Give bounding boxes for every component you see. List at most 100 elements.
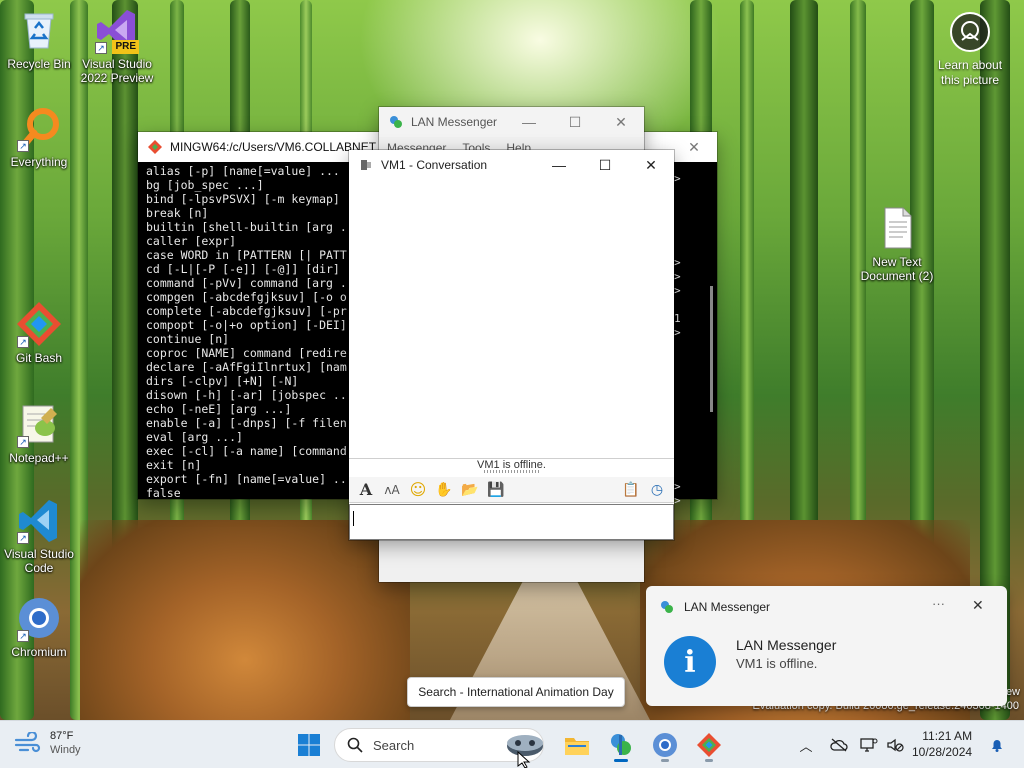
conversation-maximize-button[interactable]: ☐ (582, 150, 628, 180)
desktop-icon-git-bash[interactable]: ↗ Git Bash (1, 300, 77, 365)
running-indicator (661, 759, 669, 762)
terminal-line-fragment (674, 228, 681, 242)
lan-close-button[interactable]: ✕ (598, 107, 644, 137)
terminal-line-fragment: 1 (674, 312, 681, 325)
chevron-up-icon: ︿ (799, 738, 813, 754)
message-history[interactable] (349, 180, 674, 459)
lan-maximize-button[interactable]: ☐ (552, 107, 598, 137)
terminal-line-fragment (674, 424, 681, 438)
terminal-line-fragment (674, 452, 681, 466)
search-placeholder: Search (373, 737, 415, 753)
lan-minimize-button[interactable]: — (506, 107, 552, 137)
active-indicator (614, 759, 628, 762)
terminal-line-fragment (674, 340, 681, 354)
everything-magnifier-icon: ↗ (15, 104, 63, 152)
nudge-hand-icon[interactable]: ✋ (433, 479, 455, 501)
terminal-line-fragment (674, 214, 681, 228)
history-icon[interactable]: ◷ (646, 479, 668, 501)
conversation-minimize-button[interactable]: — (536, 150, 582, 180)
clipboard-icon[interactable]: 📋 (620, 479, 642, 501)
watermark-fragment: ew (1005, 686, 1020, 698)
taskbar-chromium[interactable] (647, 727, 683, 763)
terminal-line-fragment: > (674, 480, 681, 493)
desktop-icon-notepad-plus-plus[interactable]: ↗ Notepad++ (1, 400, 77, 465)
terminal-close-button[interactable]: ✕ (671, 132, 717, 162)
message-input[interactable] (349, 504, 674, 540)
vscode-icon: ↗ (15, 496, 63, 544)
conversation-window[interactable]: VM1 - Conversation — ☐ ✕ VM1 is offline.… (349, 150, 674, 540)
splitter-handle[interactable] (484, 470, 539, 473)
taskbar-search[interactable]: Search (334, 728, 544, 762)
tray-onedrive-offline[interactable] (828, 721, 850, 768)
desktop-icon-label: Notepad++ (9, 451, 69, 465)
lan-messenger-icon (661, 601, 673, 613)
terminal-line-fragment (674, 396, 681, 410)
font-icon[interactable]: A (355, 479, 377, 501)
terminal-line-fragment: > (674, 270, 681, 283)
taskbar-file-explorer[interactable] (559, 727, 595, 763)
visual-studio-preview-icon: PRE ↗ (93, 6, 141, 54)
desktop-icon-chromium[interactable]: ↗ Chromium (1, 594, 77, 659)
network-icon (860, 738, 878, 752)
desktop-icon-label: Recycle Bin (7, 57, 71, 71)
toast-app-name: LAN Messenger (684, 600, 771, 614)
font-color-icon[interactable]: ʌA (381, 479, 403, 501)
terminal-right-fragments: > > > > 1 > > > (674, 172, 681, 508)
send-file-icon[interactable]: 📂 (459, 479, 481, 501)
text-caret (353, 511, 354, 526)
taskbar-git-bash[interactable] (691, 727, 727, 763)
conversation-titlebar[interactable]: VM1 - Conversation — ☐ ✕ (349, 150, 674, 180)
weather-description: Windy (50, 744, 81, 756)
weather-widget[interactable]: 87°F Windy (14, 729, 81, 757)
tray-volume[interactable] (884, 721, 906, 768)
toast-title: LAN Messenger (736, 637, 837, 653)
show-hidden-icons-button[interactable]: ︿ (796, 721, 816, 768)
lan-messenger-titlebar[interactable]: LAN Messenger — ☐ ✕ (379, 107, 644, 137)
taskbar-clock[interactable]: 11:21 AM 10/28/2024 (912, 728, 972, 760)
desktop-icon-everything[interactable]: ↗ Everything (1, 104, 77, 169)
toast-close-button[interactable]: ✕ (972, 597, 984, 614)
smiley-icon[interactable]: ☺ (407, 479, 429, 501)
taskbar-lan-messenger[interactable] (603, 727, 639, 763)
start-button[interactable] (291, 727, 327, 763)
shortcut-arrow-icon: ↗ (95, 42, 107, 54)
desktop-icon-visual-studio-preview[interactable]: PRE ↗ Visual Studio 2022 Preview (79, 6, 155, 85)
shortcut-arrow-icon: ↗ (17, 436, 29, 448)
clock-date: 10/28/2024 (912, 745, 973, 759)
git-bash-icon (697, 733, 721, 757)
desktop-icon-vscode[interactable]: ↗ Visual Studio Code (1, 496, 77, 575)
desktop-icon-recycle-bin[interactable]: Recycle Bin (1, 6, 77, 71)
lan-messenger-icon (390, 116, 402, 128)
learn-about-picture-label: Learn about this picture (937, 58, 1003, 87)
terminal-line-fragment: > (674, 256, 681, 269)
toast-more-options-button[interactable]: ··· (932, 596, 945, 611)
desktop-icon-new-text-document[interactable]: New Text Document (2) (858, 204, 936, 283)
terminal-line-fragment (674, 186, 681, 200)
terminal-line-fragment (674, 410, 681, 424)
chromium-icon (653, 733, 677, 757)
terminal-scrollbar[interactable] (710, 286, 713, 412)
tray-network[interactable] (858, 721, 880, 768)
terminal-line-fragment: > (674, 326, 681, 339)
terminal-line-fragment (674, 200, 681, 214)
notification-center-button[interactable] (986, 721, 1008, 768)
taskbar: 87°F Windy Search ︿ 11:21 AM 10/28/2024 (0, 720, 1024, 768)
learn-about-picture[interactable]: Learn about this picture (930, 12, 1010, 88)
terminal-line-fragment (674, 368, 681, 382)
conversation-icon (361, 160, 371, 170)
shortcut-arrow-icon: ↗ (17, 630, 29, 642)
toast-message: VM1 is offline. (736, 656, 818, 671)
save-icon[interactable]: 💾 (485, 479, 507, 501)
info-icon: i (664, 636, 716, 688)
preview-badge: PRE (112, 40, 139, 54)
desktop-icon-label: New Text Document (2) (860, 255, 934, 283)
windows-logo-icon (298, 734, 320, 756)
terminal-line-fragment: > (674, 172, 681, 185)
wind-icon (14, 732, 41, 753)
terminal-line-fragment: > (674, 284, 681, 297)
cloud-offline-icon (830, 738, 848, 752)
toast-notification[interactable]: LAN Messenger ··· ✕ i LAN Messenger VM1 … (646, 586, 1007, 706)
conversation-close-button[interactable]: ✕ (628, 150, 674, 180)
desktop-icon-label: Visual Studio 2022 Preview (80, 57, 154, 85)
lan-messenger-title: LAN Messenger (411, 115, 498, 129)
